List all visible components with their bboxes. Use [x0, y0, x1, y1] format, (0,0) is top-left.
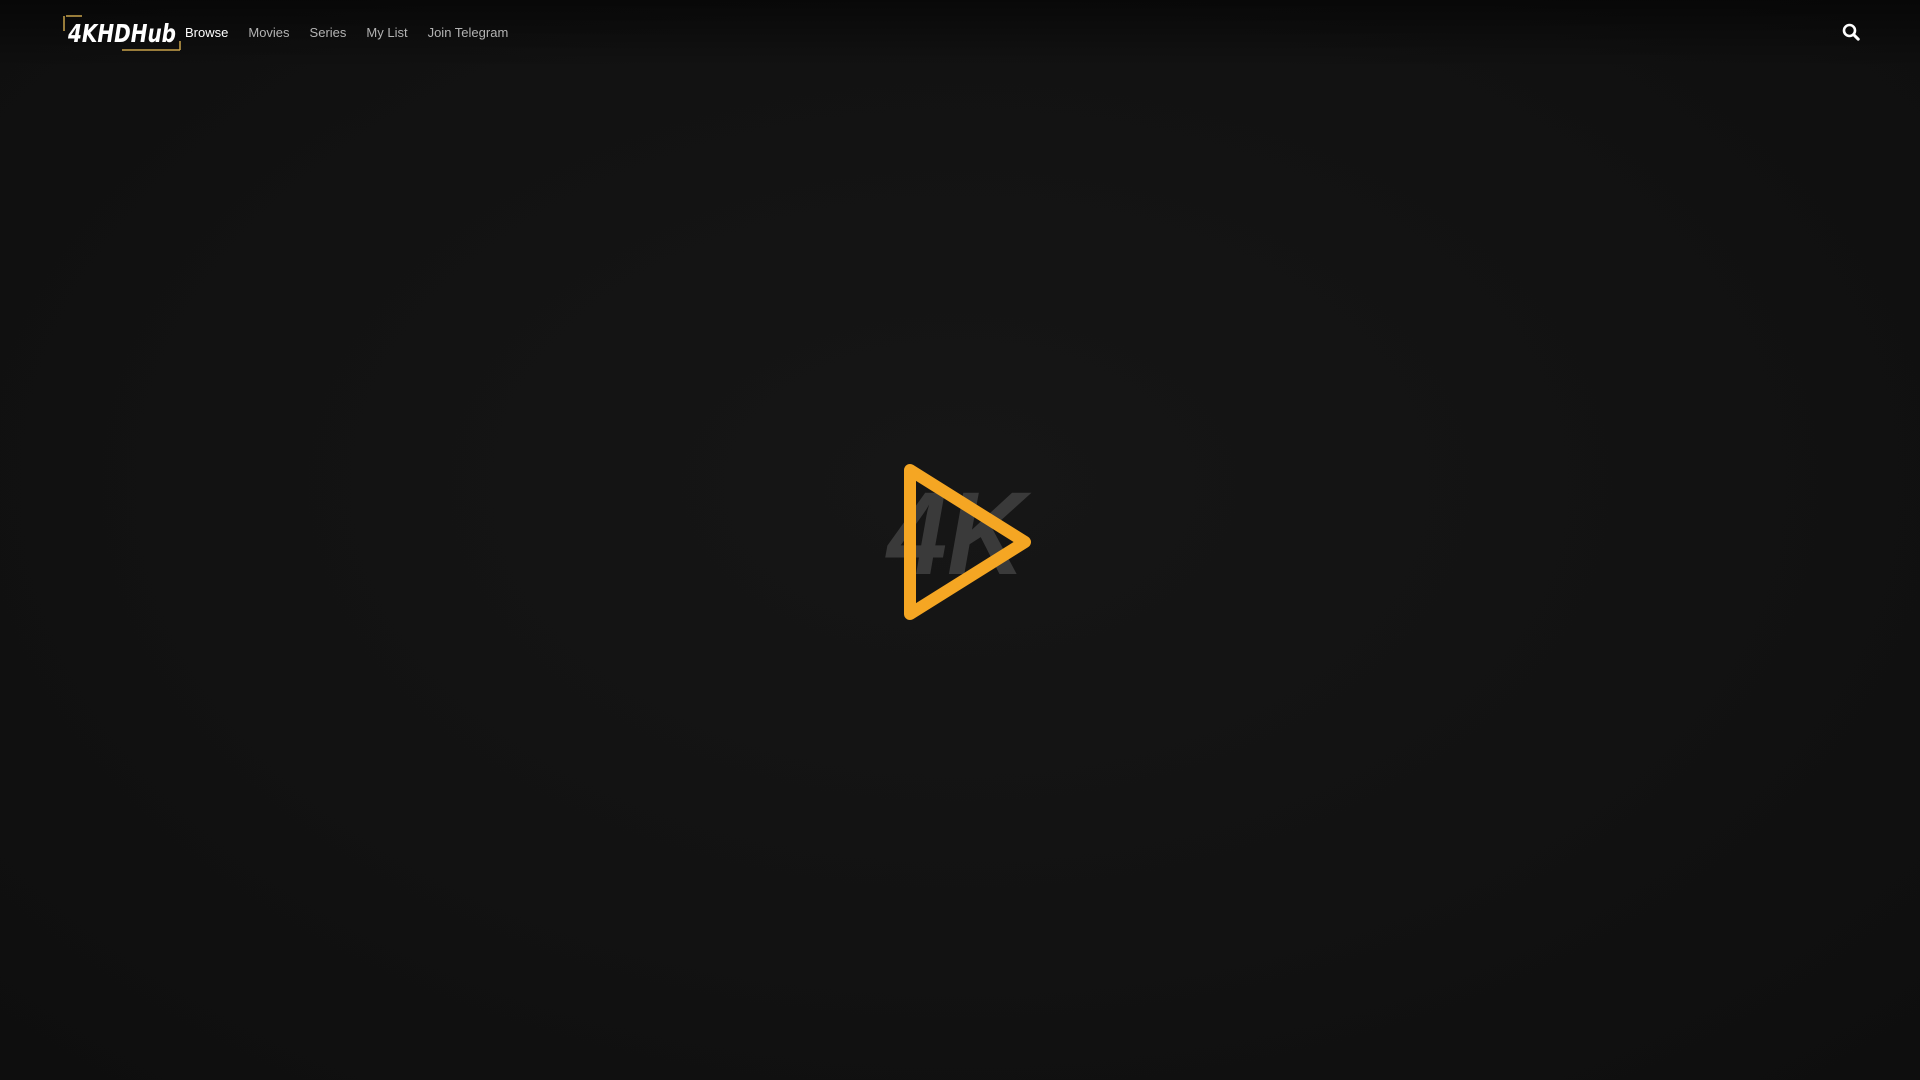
nav-movies[interactable]: Movies [248, 25, 289, 40]
search-icon [1842, 23, 1860, 41]
top-navbar: 4KHDHub Browse Movies Series My List Joi… [0, 0, 1920, 68]
nav-my-list[interactable]: My List [366, 25, 407, 40]
nav-series[interactable]: Series [310, 25, 347, 40]
nav-join-telegram[interactable]: Join Telegram [428, 25, 509, 40]
loader-graphic: 4K [885, 464, 1032, 620]
page: 4KHDHub Browse Movies Series My List Joi… [0, 0, 1920, 1080]
loading-spinner: 4K [885, 462, 1035, 622]
logo-image: 4KHDHub [63, 15, 181, 51]
search-button[interactable] [1840, 21, 1862, 43]
main-nav: Browse Movies Series My List Join Telegr… [185, 0, 528, 64]
logo-text: 4KHDHub [67, 19, 176, 48]
nav-browse[interactable]: Browse [185, 25, 228, 40]
site-logo[interactable]: 4KHDHub [62, 13, 182, 53]
